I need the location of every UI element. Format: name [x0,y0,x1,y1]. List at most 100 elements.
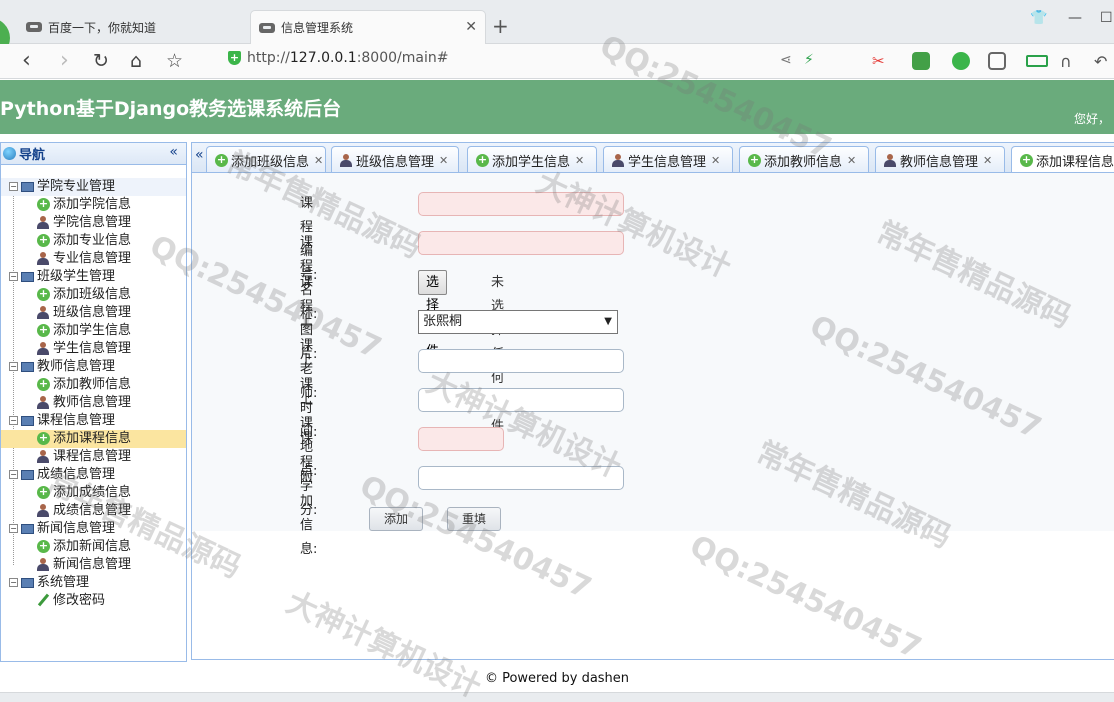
tree-group-class-student[interactable]: − 班级学生管理 [1,268,186,286]
green-circle-extension-icon[interactable] [952,52,970,70]
add-icon: + [215,152,228,167]
close-tab-icon[interactable]: ✕ [575,154,584,167]
headphones-icon[interactable]: ∩ [1060,52,1078,71]
undo-icon[interactable]: ↶ [1094,52,1112,71]
add-icon: + [37,377,50,391]
teacher-select[interactable]: 张熙桐 ▼ [418,310,618,334]
collapse-sidebar-icon[interactable]: « [169,144,178,160]
tab-label: 添加教师信息 [764,154,843,170]
tree-group-system[interactable]: − 系统管理 [1,574,186,592]
person-icon [37,342,49,355]
close-tab-icon[interactable]: ✕ [711,154,720,167]
place-input[interactable] [418,388,624,412]
tree-item-manage-major[interactable]: 专业信息管理 [1,250,186,268]
tab-manage-student[interactable]: 学生信息管理 ✕ [603,146,733,172]
close-tab-icon[interactable]: ✕ [847,154,856,167]
tab-add-student[interactable]: + 添加学生信息 ✕ [467,146,597,172]
tree-item-manage-teacher[interactable]: 教师信息管理 [1,394,186,412]
scroll-tabs-left-icon[interactable]: « [195,147,204,163]
browser-tab-info-system[interactable]: 信息管理系统 ✕ [250,10,486,44]
add-button[interactable]: 添加 [369,507,423,531]
tree-item-add-student[interactable]: + 添加学生信息 [1,322,186,340]
tree-item-manage-course[interactable]: 课程信息管理 [1,448,186,466]
person-icon [37,396,49,409]
tab-manage-teacher[interactable]: 教师信息管理 ✕ [875,146,1005,172]
tree-item-manage-college[interactable]: 学院信息管理 [1,214,186,232]
url-field[interactable]: + http://127.0.0.1:8000/main# [228,50,448,66]
tab-manage-class[interactable]: 班级信息管理 ✕ [331,146,459,172]
tree-group-teacher[interactable]: − 教师信息管理 [1,358,186,376]
tree-item-add-news[interactable]: + 添加新闻信息 [1,538,186,556]
credit-input[interactable] [418,427,504,451]
course-name-input[interactable] [418,231,624,255]
collapse-node-icon[interactable]: − [9,416,18,425]
tree-group-grade[interactable]: − 成绩信息管理 [1,466,186,484]
extra-input[interactable] [418,466,624,490]
tree-item-label: 添加课程信息 [53,431,132,446]
collapse-node-icon[interactable]: − [9,470,18,479]
tree-item-manage-class[interactable]: 班级信息管理 [1,304,186,322]
reload-icon[interactable]: ↻ [93,48,109,74]
app-header: Python基于Django教务选课系统后台 您好， [0,80,1114,134]
teacher-selected-value: 张熙桐 [423,314,463,329]
minimize-icon[interactable]: — [1068,10,1082,26]
sidebar-header: 导航 « [1,143,186,165]
choose-file-button[interactable]: 选择文件 [418,270,448,359]
monitor-icon [21,577,34,588]
tree-item-manage-student[interactable]: 学生信息管理 [1,340,186,358]
tree-item-label: 添加成绩信息 [53,485,132,500]
share-icon[interactable]: ⋖ [780,52,798,70]
browser-tab-bar: 百度一下，你就知道 信息管理系统 ✕ + 👕 — ☐ [0,0,1114,58]
time-input[interactable] [418,349,624,373]
tree-item-add-teacher[interactable]: + 添加教师信息 [1,376,186,394]
tree-item-manage-news[interactable]: 新闻信息管理 [1,556,186,574]
tree-item-add-class[interactable]: + 添加班级信息 [1,286,186,304]
tree-group-news[interactable]: − 新闻信息管理 [1,520,186,538]
collapse-node-icon[interactable]: − [9,362,18,371]
maximize-icon[interactable]: ☐ [1100,10,1113,26]
apps-grid-icon[interactable] [988,52,1006,70]
tree-item-add-college[interactable]: + 添加学院信息 [1,196,186,214]
tree-item-add-course[interactable]: + 添加课程信息 [1,430,186,448]
tree-item-label: 添加班级信息 [53,287,132,302]
close-tab-icon[interactable]: ✕ [439,154,448,167]
monitor-icon [21,361,34,372]
battery-icon[interactable] [1026,55,1048,67]
lightning-icon[interactable]: ⚡ [804,52,822,70]
add-icon: + [37,431,50,445]
collapse-node-icon[interactable]: − [9,272,18,281]
course-id-input[interactable] [418,192,624,216]
skin-icon[interactable]: 👕 [1030,10,1047,26]
back-icon[interactable]: ‹ [22,48,31,74]
tree-group-course[interactable]: − 课程信息管理 [1,412,186,430]
tab-add-course[interactable]: + 添加课程信息 [1011,146,1114,172]
tree-item-manage-grade[interactable]: 成绩信息管理 [1,502,186,520]
home-icon[interactable]: ⌂ [130,48,142,74]
bookmark-star-icon[interactable]: ☆ [166,48,183,74]
tree-item-add-major[interactable]: + 添加专业信息 [1,232,186,250]
close-tab-icon[interactable]: ✕ [465,19,477,35]
tree-group-label: 学院专业管理 [37,179,116,194]
tab-add-teacher[interactable]: + 添加教师信息 ✕ [739,146,869,172]
collapse-node-icon[interactable]: − [9,524,18,533]
monitor-icon [21,523,34,534]
tree-item-change-password[interactable]: 修改密码 [1,592,186,610]
forward-icon[interactable]: › [60,48,69,74]
tree-item-label: 新闻信息管理 [53,557,132,572]
new-tab-icon[interactable]: + [492,14,509,38]
scissors-icon[interactable]: ✂ [872,52,890,70]
person-icon [37,558,49,571]
content-tab-strip: « + 添加班级信息 ✕ 班级信息管理 ✕ + 添加学生信息 ✕ 学生信息管理 ✕ + 添加教… [192,143,1114,173]
reset-button[interactable]: 重填 [447,507,501,531]
tree-group-label: 班级学生管理 [37,269,116,284]
tree-item-add-grade[interactable]: + 添加成绩信息 [1,484,186,502]
collapse-node-icon[interactable]: − [9,578,18,587]
close-tab-icon[interactable]: ✕ [314,154,323,167]
tree-group-college[interactable]: − 学院专业管理 [1,178,186,196]
shield-extension-icon[interactable] [912,52,930,70]
tab-add-class[interactable]: + 添加班级信息 ✕ [206,146,326,172]
close-tab-icon[interactable]: ✕ [983,154,992,167]
browser-tab-baidu[interactable]: 百度一下，你就知道 [18,10,250,44]
add-icon: + [476,152,489,167]
collapse-node-icon[interactable]: − [9,182,18,191]
